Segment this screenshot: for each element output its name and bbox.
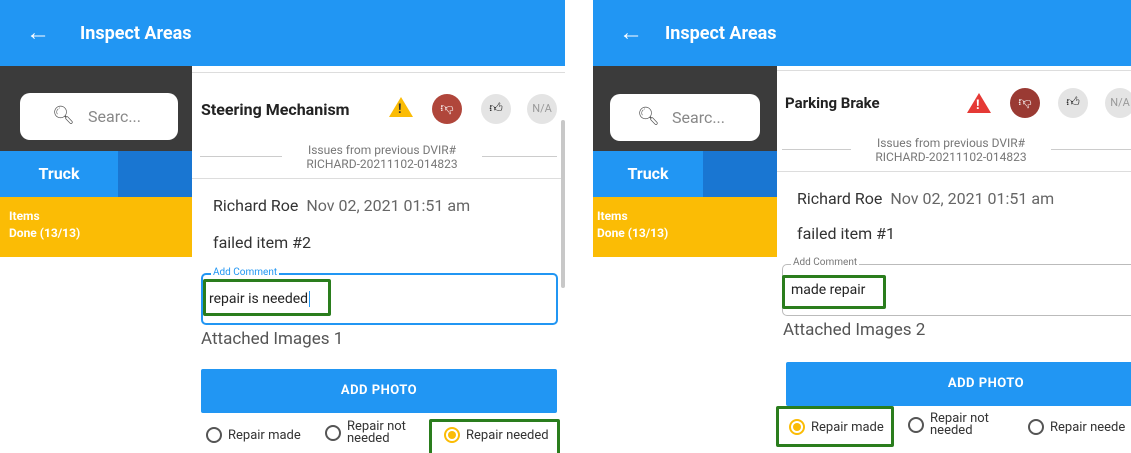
items-done-count: Done (13/13) bbox=[597, 226, 669, 240]
divider bbox=[777, 171, 1131, 172]
radio-repair-not-needed[interactable]: Repair not needed bbox=[325, 420, 406, 445]
annotation-highlight bbox=[782, 275, 886, 309]
thumbs-up-icon[interactable]: 👍︎ bbox=[1058, 88, 1088, 118]
radio-dot bbox=[206, 427, 222, 443]
thumbs-down-icon[interactable]: 👎︎ bbox=[432, 94, 462, 124]
search-placeholder: Searc... bbox=[672, 108, 725, 127]
page-title: Inspect Areas bbox=[80, 23, 192, 44]
comment-date: Nov 02, 2021 01:51 am bbox=[306, 196, 471, 215]
issues-id: RICHARD-20211102-014823 bbox=[875, 150, 1027, 164]
attached-images-label: Attached Images 1 bbox=[201, 329, 344, 349]
items-label: Items bbox=[597, 209, 628, 223]
thumbs-down-icon[interactable]: 👎︎ bbox=[1010, 88, 1040, 118]
sidebar-search-area: 🔍︎ Searc... bbox=[593, 66, 777, 151]
add-comment-label: Add Comment bbox=[211, 267, 280, 278]
search-input[interactable]: 🔍︎ Searc... bbox=[20, 93, 178, 140]
radio-dot bbox=[908, 417, 924, 433]
sidebar-search-area: 🔍︎ Searc... bbox=[0, 66, 192, 151]
comment-author: Richard Roe Nov 02, 2021 01:51 am bbox=[213, 196, 470, 215]
comment-date: Nov 02, 2021 01:51 am bbox=[890, 189, 1055, 208]
failed-item-text: failed item #1 bbox=[797, 224, 895, 243]
divider bbox=[777, 70, 1131, 71]
tab-secondary[interactable] bbox=[703, 151, 777, 197]
scrollbar[interactable] bbox=[561, 120, 565, 288]
sidebar-items-status[interactable]: Items Done (13/13) bbox=[0, 197, 192, 257]
tab-truck[interactable]: Truck bbox=[593, 151, 703, 197]
issues-header: Issues from previous DVIR# RICHARD-20211… bbox=[851, 136, 1051, 164]
author-name: Richard Roe bbox=[797, 189, 883, 208]
app-bar: ← Inspect Areas bbox=[0, 0, 565, 66]
screen-parking-brake: ← Inspect Areas 🔍︎ Searc... Truck Items … bbox=[593, 0, 1131, 453]
search-placeholder: Searc... bbox=[88, 107, 141, 126]
sidebar-tabs: Truck bbox=[593, 151, 777, 197]
na-button[interactable]: N/A bbox=[527, 94, 557, 124]
warning-icon: ! bbox=[967, 93, 991, 113]
divider bbox=[192, 178, 565, 179]
add-comment-label: Add Comment bbox=[791, 257, 860, 268]
add-photo-button[interactable]: ADD PHOTO bbox=[201, 369, 557, 413]
attached-images-label: Attached Images 2 bbox=[783, 320, 926, 340]
divider bbox=[192, 72, 565, 73]
back-arrow-icon[interactable]: ← bbox=[619, 20, 643, 44]
radio-repair-not-needed[interactable]: Repair not needed bbox=[908, 412, 989, 437]
sidebar: 🔍︎ Searc... Truck Items Done (13/13) bbox=[593, 66, 777, 453]
item-title: Parking Brake bbox=[785, 94, 880, 112]
radio-dot bbox=[325, 425, 341, 441]
radio-repair-needed[interactable]: Repair neede bbox=[1028, 419, 1125, 435]
issues-id: RICHARD-20211102-014823 bbox=[306, 157, 458, 171]
back-arrow-icon[interactable]: ← bbox=[26, 20, 50, 44]
na-button[interactable]: N/A bbox=[1105, 88, 1131, 118]
annotation-highlight bbox=[429, 419, 560, 453]
page-title: Inspect Areas bbox=[665, 23, 777, 44]
add-photo-button[interactable]: ADD PHOTO bbox=[786, 362, 1131, 406]
app-bar: ← Inspect Areas bbox=[593, 0, 1131, 66]
sidebar-items-status[interactable]: Items Done (13/13) bbox=[593, 197, 777, 257]
item-detail: Parking Brake ! 👎︎ 👍︎ N/A Issues from pr… bbox=[776, 66, 1131, 453]
tab-truck[interactable]: Truck bbox=[0, 151, 118, 197]
search-input[interactable]: 🔍︎ Searc... bbox=[610, 94, 760, 141]
tab-secondary[interactable] bbox=[118, 151, 192, 197]
search-icon: 🔍︎ bbox=[637, 106, 660, 127]
item-detail: Steering Mechanism ! 👎︎ 👍︎ N/A Issues fr… bbox=[192, 66, 565, 453]
annotation-highlight bbox=[203, 279, 331, 316]
radio-repair-made[interactable]: Repair made bbox=[206, 427, 301, 443]
thumbs-up-icon[interactable]: 👍︎ bbox=[481, 94, 511, 124]
screen-steering-mechanism: ← Inspect Areas 🔍︎ Searc... Truck Items … bbox=[0, 0, 565, 453]
issues-title: Issues from previous DVIR# bbox=[876, 136, 1026, 150]
author-name: Richard Roe bbox=[213, 196, 299, 215]
issues-title: Issues from previous DVIR# bbox=[307, 143, 457, 157]
comment-author: Richard Roe Nov 02, 2021 01:51 am bbox=[797, 189, 1054, 208]
warning-icon: ! bbox=[389, 97, 413, 117]
sidebar: 🔍︎ Searc... Truck Items Done (13/13) bbox=[0, 66, 192, 453]
annotation-highlight bbox=[776, 406, 894, 447]
item-title: Steering Mechanism bbox=[201, 100, 350, 119]
failed-item-text: failed item #2 bbox=[213, 233, 311, 252]
search-icon: 🔍︎ bbox=[52, 105, 75, 126]
items-done-count: Done (13/13) bbox=[9, 226, 81, 240]
items-label: Items bbox=[9, 209, 40, 223]
sidebar-tabs: Truck bbox=[0, 151, 192, 197]
radio-dot bbox=[1028, 419, 1044, 435]
issues-header: Issues from previous DVIR# RICHARD-20211… bbox=[282, 143, 482, 171]
